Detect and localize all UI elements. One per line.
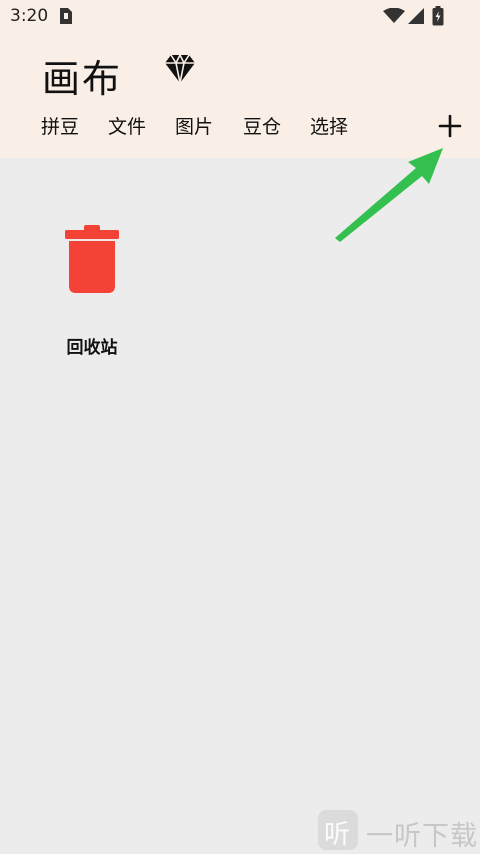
plus-icon[interactable] [436,112,464,140]
status-bar: 3:20 [0,0,480,32]
tab-images[interactable]: 图片 [175,112,213,139]
status-time: 3:20 [10,6,49,26]
diamond-icon[interactable] [164,54,196,84]
battery-charging-icon [432,6,444,26]
tab-bean-warehouse[interactable]: 豆仓 [243,112,281,139]
tab-bar: 拼豆 文件 图片 豆仓 选择 [0,112,480,142]
cell-signal-icon [408,8,424,24]
tab-files[interactable]: 文件 [108,112,146,139]
watermark-text: 一听下载 [366,821,478,852]
tab-pindou[interactable]: 拼豆 [41,112,79,139]
arrow-icon [335,148,443,242]
sim-card-icon [60,8,72,24]
watermark-logo-glyph: 听 [324,820,351,850]
wifi-icon [383,8,405,23]
app-header: 3:20 画布 拼豆 文件 图片 豆仓 选择 [0,0,480,158]
tab-select[interactable]: 选择 [310,112,348,139]
page-title: 画布 [42,57,123,101]
recycle-bin-item[interactable]: 回收站 [56,220,128,360]
watermark-logo: 听 [318,810,358,850]
trash-icon [65,225,119,293]
recycle-bin-label: 回收站 [66,338,118,358]
watermark: 听 一听下载 [318,810,478,852]
